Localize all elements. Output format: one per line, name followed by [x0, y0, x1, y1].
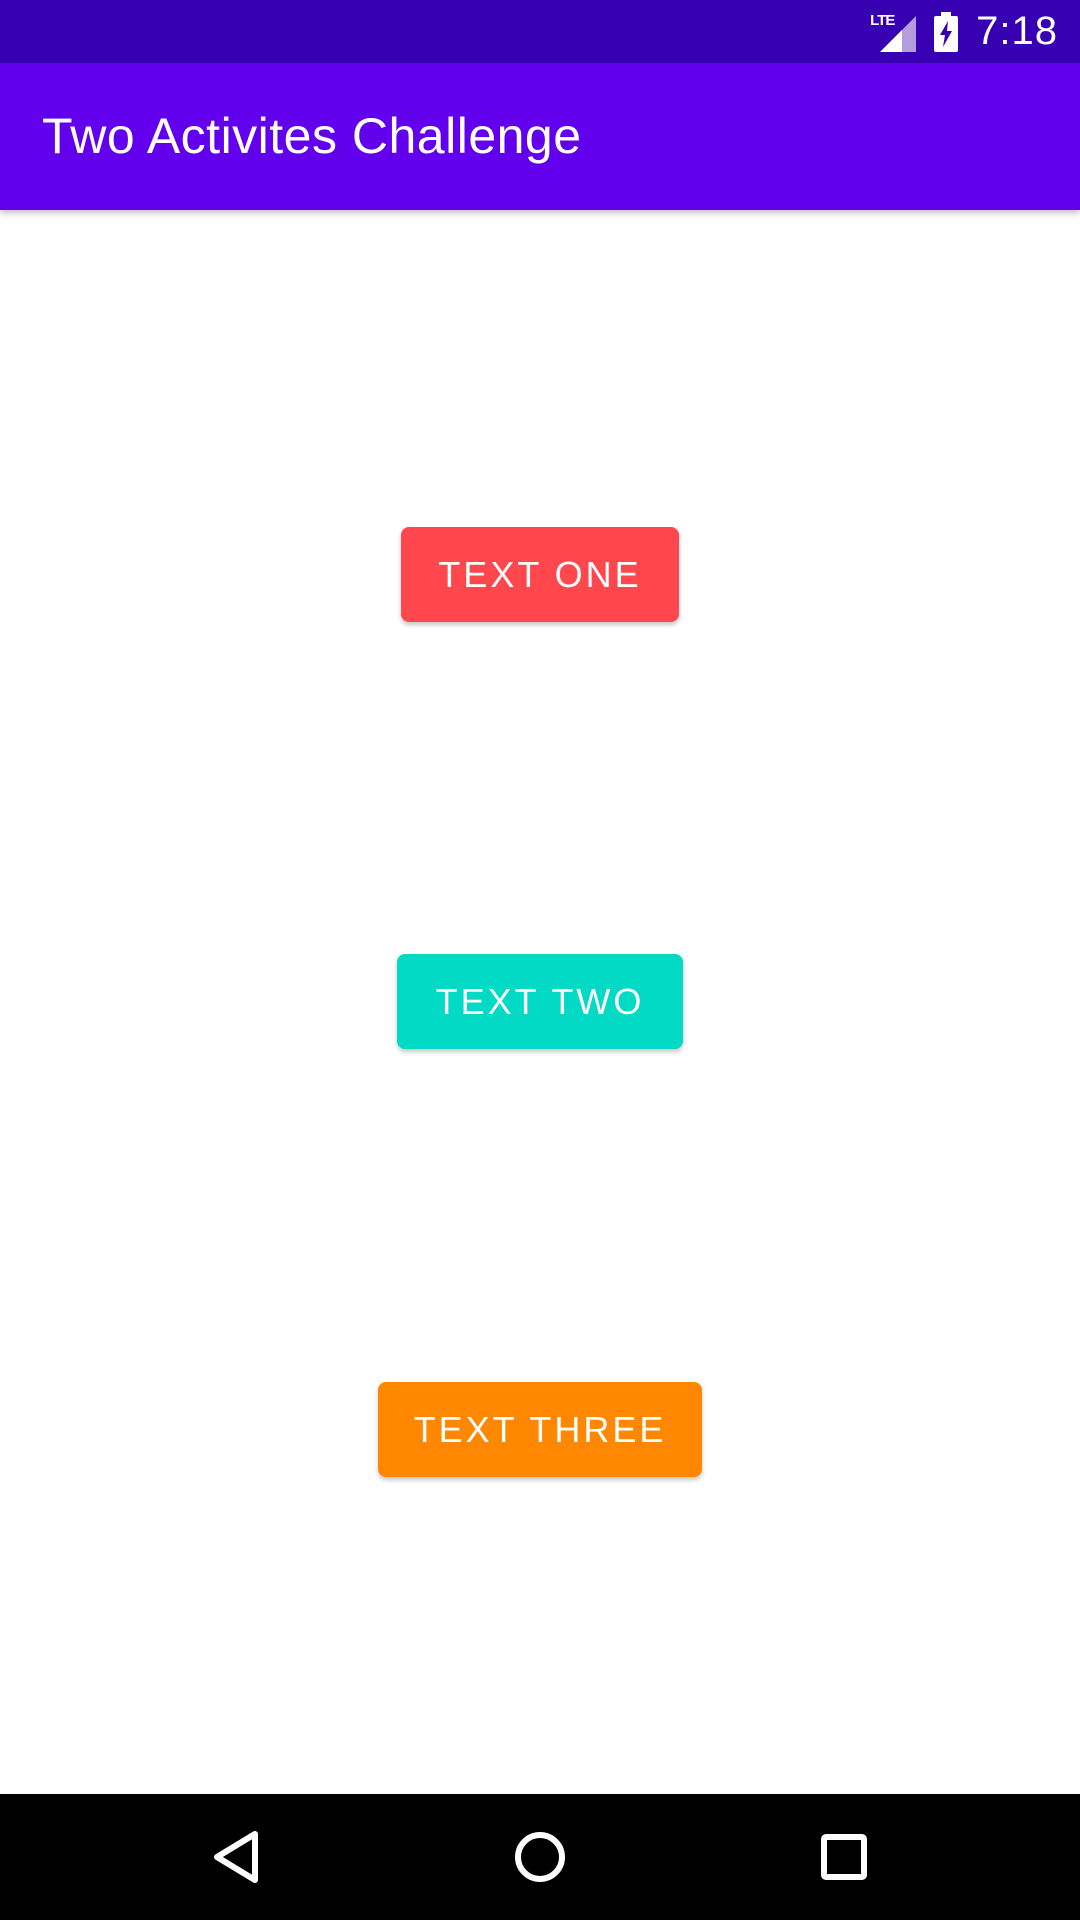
- text-two-button[interactable]: TEXT TWO: [397, 954, 683, 1049]
- home-button[interactable]: [500, 1817, 580, 1897]
- back-button[interactable]: [196, 1817, 276, 1897]
- clock: 7:18: [976, 9, 1058, 53]
- navigation-bar: [0, 1794, 1080, 1920]
- signal-icon: [880, 15, 917, 52]
- main-content: TEXT ONE TEXT TWO TEXT THREE: [0, 210, 1080, 1794]
- app-title: Two Activites Challenge: [42, 108, 582, 164]
- recents-button[interactable]: [804, 1817, 884, 1897]
- network-indicator: LTE: [870, 12, 917, 52]
- back-icon: [214, 1831, 258, 1883]
- app-bar: Two Activites Challenge: [0, 63, 1080, 210]
- home-icon: [515, 1832, 565, 1882]
- recents-icon: [821, 1834, 867, 1880]
- text-one-button[interactable]: TEXT ONE: [401, 527, 679, 622]
- text-three-button[interactable]: TEXT THREE: [378, 1382, 702, 1477]
- status-bar: LTE 7:18: [0, 0, 1080, 63]
- status-icons: LTE 7:18: [870, 0, 1058, 63]
- battery-charging-icon: [934, 11, 959, 52]
